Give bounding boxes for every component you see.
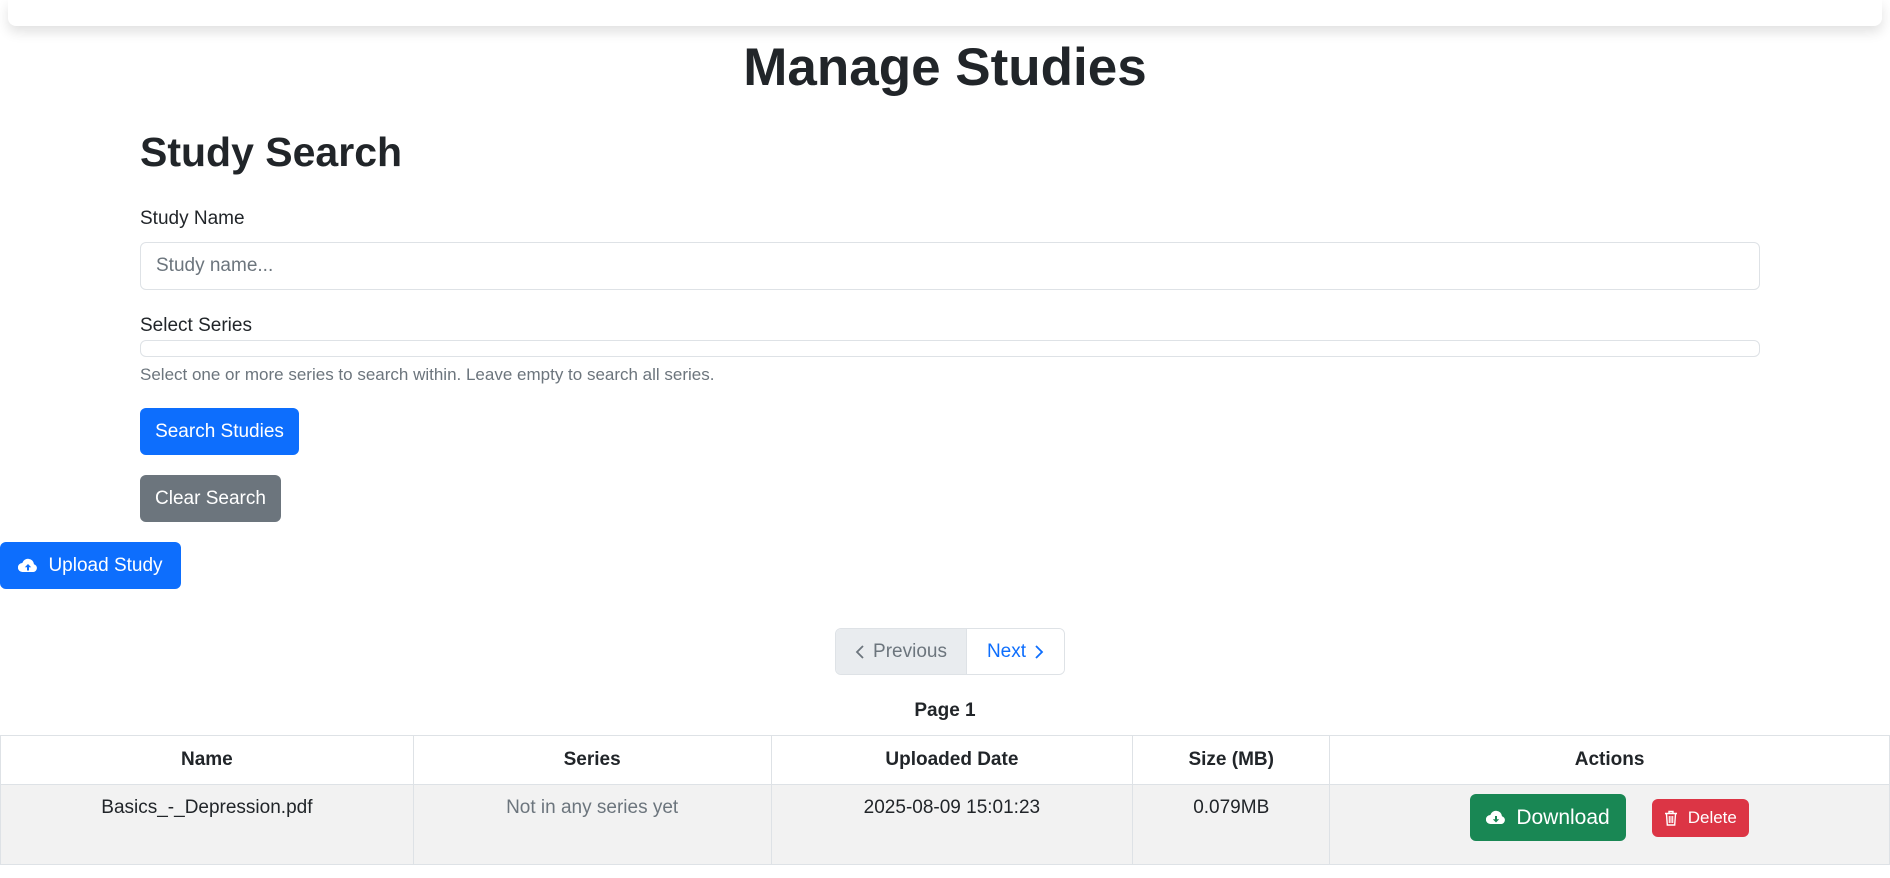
download-button[interactable]: Download: [1470, 794, 1626, 841]
upload-study-label: Upload Study: [48, 554, 163, 576]
trash-icon: [1664, 810, 1678, 826]
select-series-label: Select Series: [140, 315, 252, 336]
delete-button[interactable]: Delete: [1651, 798, 1749, 837]
column-header-actions: Actions: [1329, 735, 1890, 785]
chevron-right-icon: [1034, 644, 1044, 660]
previous-label: Previous: [873, 640, 947, 662]
table-row: Basics_-_Depression.pdf Not in any serie…: [0, 784, 1890, 865]
upload-study-button[interactable]: Upload Study: [0, 542, 181, 589]
table-header-row: Name Series Uploaded Date Size (MB) Acti…: [0, 735, 1890, 785]
download-label: Download: [1516, 805, 1610, 829]
next-label: Next: [986, 640, 1027, 662]
study-name-cell: Basics_-_Depression.pdf: [0, 784, 414, 865]
clear-search-button[interactable]: Clear Search: [140, 475, 281, 522]
cloud-download-icon: [1486, 810, 1506, 826]
delete-label: Delete: [1687, 807, 1737, 827]
chevron-left-icon: [855, 644, 865, 660]
series-help-text: Select one or more series to search with…: [140, 365, 715, 384]
previous-page-button[interactable]: Previous: [836, 629, 967, 674]
column-header-size[interactable]: Size (MB): [1132, 735, 1331, 785]
pagination: Previous Next: [835, 628, 1065, 675]
study-size-cell: 0.079MB: [1132, 784, 1331, 865]
top-navbar: [8, 0, 1882, 26]
next-page-button[interactable]: Next: [967, 629, 1064, 674]
cloud-upload-icon: [18, 558, 38, 574]
study-name-input[interactable]: [140, 242, 1760, 290]
search-studies-button[interactable]: Search Studies: [140, 408, 299, 455]
study-search-heading: Study Search: [140, 129, 403, 175]
column-header-uploaded-date[interactable]: Uploaded Date: [770, 735, 1134, 785]
study-actions-cell: Download Delete: [1329, 784, 1890, 865]
studies-table: Name Series Uploaded Date Size (MB) Acti…: [0, 735, 1890, 865]
column-header-name[interactable]: Name: [0, 735, 414, 785]
series-multiselect[interactable]: [140, 340, 1760, 357]
column-header-series[interactable]: Series: [412, 735, 772, 785]
study-name-label: Study Name: [140, 208, 245, 229]
study-series-cell: Not in any series yet: [412, 784, 772, 865]
page-indicator: Page 1: [914, 700, 976, 721]
study-uploaded-cell: 2025-08-09 15:01:23: [770, 784, 1134, 865]
page-title: Manage Studies: [743, 38, 1147, 97]
